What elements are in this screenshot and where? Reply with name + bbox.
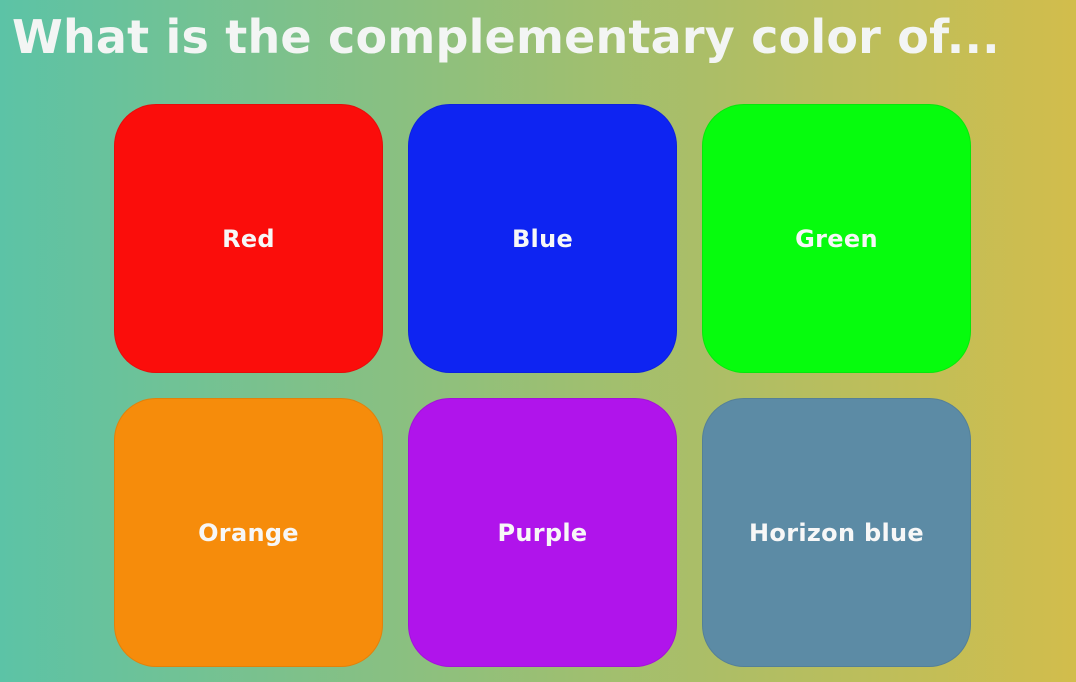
color-option-blue[interactable]: Blue [408,104,677,373]
color-option-label: Orange [198,518,299,547]
color-option-red[interactable]: Red [114,104,383,373]
color-options-grid: Red Blue Green Orange Purple Horizon blu… [114,104,971,667]
color-option-label: Green [795,224,878,253]
color-option-green[interactable]: Green [702,104,971,373]
page-title: What is the complementary color of... [12,10,1000,64]
color-option-purple[interactable]: Purple [408,398,677,667]
color-option-label: Red [222,224,275,253]
color-option-orange[interactable]: Orange [114,398,383,667]
color-option-label: Blue [511,224,574,253]
color-option-horizon-blue[interactable]: Horizon blue [702,398,971,667]
color-option-label: Horizon blue [749,518,924,547]
color-option-label: Purple [497,518,588,547]
